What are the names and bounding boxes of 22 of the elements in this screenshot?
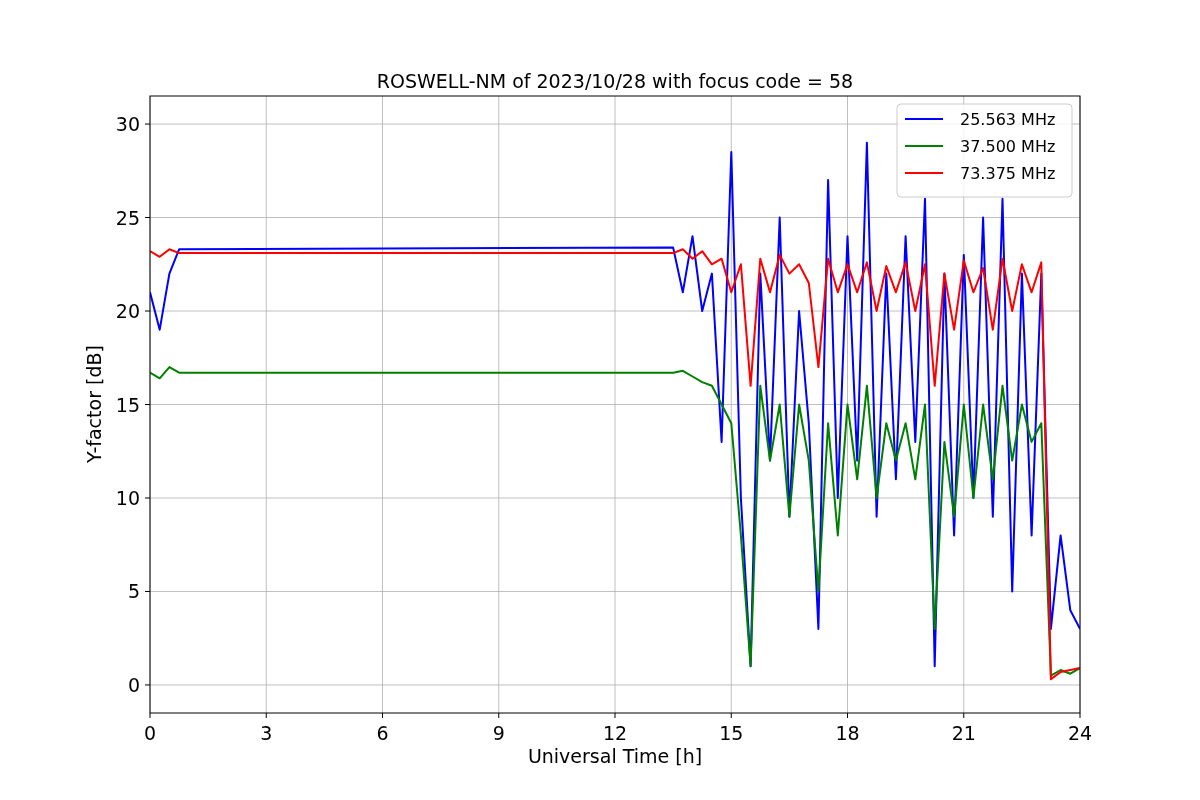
y-axis-label: Y-factor [dB]	[83, 345, 105, 463]
legend-label: 37.500 MHz	[960, 137, 1056, 156]
tick-label: 21	[951, 722, 976, 744]
tick-label: 0	[143, 722, 157, 744]
tick-label: 3	[260, 722, 273, 744]
tick-label: 12	[602, 722, 628, 744]
tick-label: 0	[127, 673, 140, 696]
tick-label: 9	[492, 722, 505, 744]
x-axis-label: Universal Time [h]	[527, 745, 703, 767]
tick-label: 25	[115, 206, 140, 229]
tick-label: 6	[376, 722, 389, 744]
tick-label: 20	[115, 300, 140, 322]
tick-label: 15	[115, 393, 140, 416]
tick-label: 18	[835, 722, 860, 744]
tick-label: 24	[1067, 722, 1093, 744]
tick-label: 10	[115, 487, 140, 509]
legend-label: 73.375 MHz	[960, 164, 1056, 183]
tick-label: 30	[115, 113, 140, 136]
chart-title: ROSWELL-NM of 2023/10/28 with focus code = 58	[376, 70, 854, 92]
tick-label: 15	[719, 722, 744, 744]
legend-label: 25.563 MHz	[960, 110, 1056, 129]
tick-label: 5	[127, 580, 140, 603]
